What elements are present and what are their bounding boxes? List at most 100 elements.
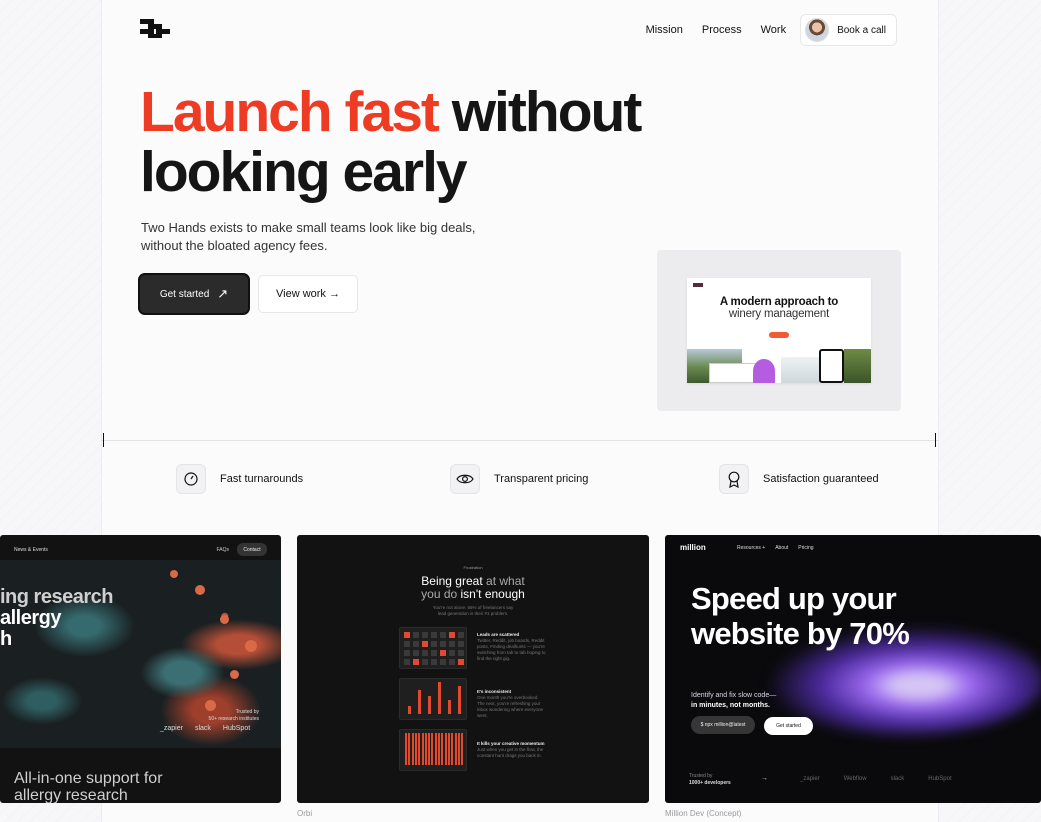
million-caption: Million Dev (Concept) bbox=[665, 809, 742, 818]
allergy-research-card[interactable]: News & Events FAQs Contact ing research a… bbox=[0, 535, 281, 803]
avatar bbox=[805, 18, 830, 42]
panel-stripe bbox=[405, 733, 407, 765]
zapier-logo: _zapier bbox=[160, 725, 183, 732]
phone-mockup bbox=[819, 349, 844, 383]
view-work-button[interactable]: View work → bbox=[258, 275, 358, 313]
panel-stripe bbox=[424, 733, 427, 765]
badge-icon bbox=[719, 464, 749, 494]
get-started-label: Get started bbox=[159, 288, 210, 300]
grid-cell bbox=[449, 650, 455, 656]
grid-cell bbox=[449, 632, 455, 638]
panel-stripe bbox=[428, 733, 431, 765]
grid-cell bbox=[413, 641, 419, 647]
grid-cell bbox=[431, 659, 437, 665]
vineyard-image-two bbox=[844, 349, 871, 383]
feature-label: Fast turnarounds bbox=[220, 473, 304, 485]
grid-cell bbox=[458, 632, 464, 638]
menu-about[interactable]: About bbox=[775, 545, 788, 551]
feature-label: Transparent pricing bbox=[494, 473, 589, 485]
million-description: Identify and fix slow code— in minutes, n… bbox=[691, 692, 777, 709]
stripes-panel bbox=[399, 729, 467, 771]
panel-stripe bbox=[441, 733, 444, 765]
arrow-right-icon: → bbox=[761, 775, 768, 782]
panel-inconsistent: It's inconsistent One month you're overbo… bbox=[477, 689, 544, 718]
panel-stripe bbox=[418, 733, 421, 765]
preview-button bbox=[769, 332, 789, 338]
million-logo: million bbox=[680, 543, 706, 552]
menu-pricing[interactable]: Pricing bbox=[798, 545, 813, 551]
panel-leads: Leads are scattered Twitter, Reddit, job … bbox=[477, 632, 546, 661]
nav-process[interactable]: Process bbox=[702, 24, 742, 36]
panel-stripe bbox=[444, 733, 447, 765]
grid-cell bbox=[431, 632, 437, 638]
nav-news-events[interactable]: News & Events bbox=[14, 547, 48, 553]
brand-logo[interactable] bbox=[140, 19, 170, 39]
nav-faqs[interactable]: FAQs bbox=[216, 547, 229, 553]
contact-button[interactable]: Contact bbox=[237, 543, 267, 556]
panel-stripe bbox=[457, 733, 460, 765]
grid-cell bbox=[413, 632, 419, 638]
panel-stripe bbox=[451, 733, 454, 765]
divider-mark-left bbox=[103, 433, 104, 447]
panel-bar bbox=[438, 682, 441, 714]
feature-satisfaction: Satisfaction guaranteed bbox=[719, 464, 879, 494]
purple-sphere bbox=[753, 359, 775, 383]
orbi-stat: You're not alone: 66% of freelancers say… bbox=[432, 605, 514, 616]
grid-cell bbox=[449, 659, 455, 665]
card1-heading: ing research allergy h bbox=[0, 586, 113, 650]
panel-bar bbox=[418, 690, 421, 714]
top-navigation: Mission Process Work Book a call bbox=[627, 14, 897, 46]
hero-accent: Launch fast bbox=[140, 80, 440, 144]
orbi-caption: Orbi bbox=[297, 809, 313, 818]
eye-icon bbox=[450, 464, 480, 494]
panel-bar bbox=[428, 696, 431, 714]
million-logos: _zapier Webflow slack HubSpot bbox=[800, 776, 952, 782]
grid-cell bbox=[431, 641, 437, 647]
menu-resources[interactable]: Resources + bbox=[737, 545, 765, 551]
hero-title-line-two: looking early bbox=[140, 140, 468, 204]
grid-cell bbox=[422, 659, 428, 665]
orbi-card[interactable]: Frustration Being great at what you do is… bbox=[297, 535, 649, 803]
grid-cell bbox=[440, 650, 446, 656]
preview-logo bbox=[693, 283, 703, 287]
million-menu: Resources + About Pricing bbox=[737, 545, 814, 551]
grid-cell bbox=[422, 641, 428, 647]
book-call-button[interactable]: Book a call bbox=[800, 14, 897, 46]
preview-subtitle: winery management bbox=[728, 308, 830, 320]
grid-cell bbox=[404, 659, 410, 665]
grid-cell bbox=[404, 650, 410, 656]
panel-stripe bbox=[434, 733, 437, 765]
grid-cell bbox=[413, 659, 419, 665]
get-started-button[interactable]: Get started ↗ bbox=[140, 275, 248, 313]
hubspot-logo: HubSpot bbox=[222, 725, 251, 732]
grid-cell bbox=[404, 641, 410, 647]
grid-cell bbox=[413, 650, 419, 656]
grid-cell bbox=[431, 650, 437, 656]
hero-title-rest: without bbox=[451, 80, 643, 144]
nav-work[interactable]: Work bbox=[761, 24, 786, 36]
scatter-grid-panel bbox=[399, 627, 467, 669]
project-preview[interactable]: A modern approach to winery management bbox=[657, 250, 901, 411]
feature-label: Satisfaction guaranteed bbox=[763, 473, 879, 485]
work-gallery: News & Events FAQs Contact ing research a… bbox=[0, 535, 1041, 822]
grid-cell bbox=[440, 659, 446, 665]
panel-bar bbox=[458, 686, 461, 714]
bar-panel bbox=[399, 678, 467, 720]
nav-mission[interactable]: Mission bbox=[646, 24, 683, 36]
npx-command[interactable]: $ npx million@latest bbox=[691, 716, 755, 734]
panel-bar bbox=[408, 706, 411, 714]
panel-stripe bbox=[438, 733, 440, 765]
panel-stripe bbox=[408, 733, 411, 765]
million-get-started[interactable]: Get started bbox=[764, 717, 813, 735]
orbi-eyebrow: Frustration bbox=[463, 565, 483, 570]
grid-cell bbox=[458, 641, 464, 647]
feature-transparent-pricing: Transparent pricing bbox=[450, 464, 588, 494]
grid-cell bbox=[440, 632, 446, 638]
million-card[interactable]: million Resources + About Pricing Speed up… bbox=[665, 535, 1041, 803]
feature-fast-turnarounds: Fast turnarounds bbox=[176, 464, 303, 494]
orbi-title: Being great at what you do isn't enough bbox=[421, 574, 525, 601]
panel-momentum: It kills your creative momentum Just when… bbox=[477, 741, 545, 758]
grid-cell bbox=[422, 650, 428, 656]
speed-icon bbox=[176, 464, 206, 494]
panel-bar bbox=[448, 700, 451, 714]
